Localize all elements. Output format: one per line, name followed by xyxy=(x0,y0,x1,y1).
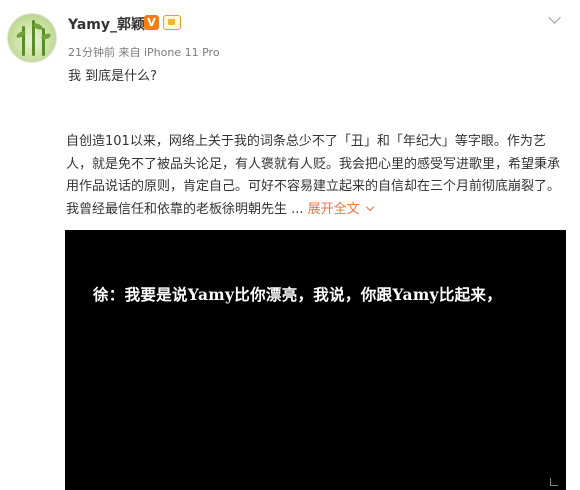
verified-v-icon: V xyxy=(144,15,159,30)
expand-label[interactable]: 展开全文 xyxy=(308,202,360,217)
avatar[interactable] xyxy=(7,13,57,63)
username[interactable]: Yamy_郭颖 xyxy=(68,14,145,34)
avatar-stalk xyxy=(42,28,45,56)
level-badge-icon xyxy=(163,15,181,30)
video-player[interactable]: 徐：我要是说Yamy比你漂亮，我说，你跟Yamy比起来， xyxy=(65,230,566,490)
video-subtitle: 徐：我要是说Yamy比你漂亮，我说，你跟Yamy比起来， xyxy=(93,285,503,304)
expand-full-text-link[interactable]: 展开全文 xyxy=(308,202,374,217)
chevron-down-icon[interactable] xyxy=(547,12,562,27)
post-text: 我 到底是什么? xyxy=(68,69,158,84)
quoted-post: 自创造101以来，网络上关于我的词条总少不了「丑」和「年纪大」等字眼。作为艺人，… xyxy=(66,131,566,221)
post-meta: 21分钟前 来自 iPhone 11 Pro xyxy=(68,46,220,59)
chevron-down-icon xyxy=(365,202,374,211)
fullscreen-icon[interactable] xyxy=(548,476,560,488)
